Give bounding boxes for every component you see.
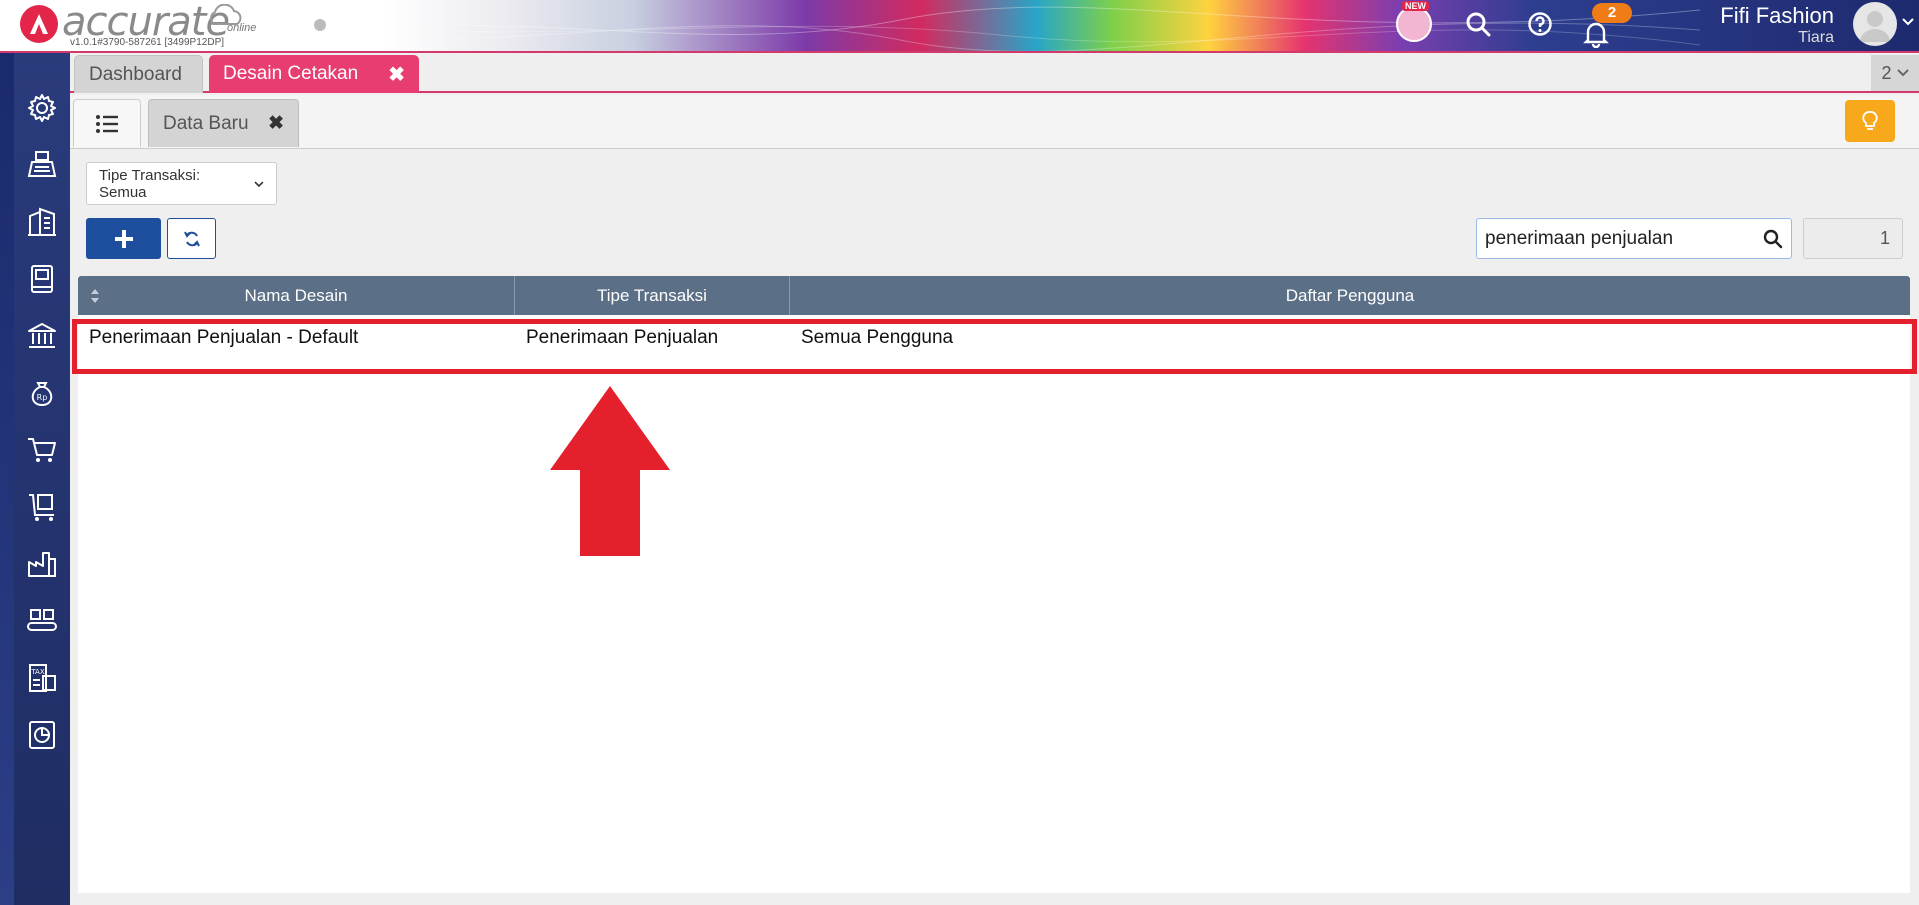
sidebar-item-bank[interactable] — [14, 310, 70, 362]
close-icon[interactable]: ✖ — [268, 112, 284, 135]
shopping-cart-icon — [28, 438, 56, 462]
sidebar-item-tax[interactable]: TAX — [14, 652, 70, 704]
sidebar-item-sales-register[interactable] — [14, 139, 70, 191]
lightbulb-icon — [1862, 111, 1878, 130]
column-header-label: Tipe Transaksi — [597, 285, 707, 305]
table-row[interactable]: Penerimaan Penjualan - Default Penerimaa… — [78, 315, 1910, 360]
cash-register-icon — [27, 151, 57, 177]
column-header-label: Daftar Pengguna — [1285, 285, 1415, 305]
new-badge: NEW — [1402, 1, 1429, 11]
sidebar-item-cash[interactable]: Rp — [14, 367, 70, 419]
tab-data-baru-label: Data Baru — [163, 112, 249, 134]
gear-icon — [28, 94, 56, 122]
sidebar-item-inventory[interactable] — [14, 481, 70, 533]
transaction-type-filter-label: Tipe Transaksi: Semua — [99, 166, 201, 201]
plus-icon — [114, 229, 133, 248]
page-number-field[interactable]: 1 — [1803, 218, 1903, 259]
help-icon[interactable] — [1524, 8, 1556, 40]
money-bag-icon: Rp — [31, 382, 53, 407]
column-header-nama-desain[interactable]: Nama Desain — [78, 276, 515, 315]
company-name: Fifi Fashion — [1720, 3, 1834, 28]
logo-online-label: online — [227, 22, 257, 34]
sidebar-item-purchase[interactable] — [14, 424, 70, 476]
search-icon[interactable] — [1763, 229, 1783, 249]
ledger-book-icon — [31, 265, 53, 293]
chevron-down-icon — [254, 180, 264, 187]
sidebar-item-assets[interactable] — [14, 595, 70, 647]
company-block[interactable]: Fifi Fashion Tiara — [1720, 3, 1834, 47]
sidebar-item-settings[interactable] — [14, 82, 70, 134]
refresh-button[interactable] — [167, 218, 216, 259]
table-cell-tipe-transaksi: Penerimaan Penjualan — [526, 326, 719, 348]
add-button[interactable] — [86, 218, 161, 259]
chevron-down-icon[interactable] — [1902, 14, 1914, 30]
report-chart-icon — [29, 721, 55, 749]
bank-icon — [28, 323, 56, 348]
tab-dashboard[interactable]: Dashboard — [74, 55, 203, 93]
column-header-label: Nama Desain — [244, 285, 348, 305]
sidebar-item-ledger[interactable] — [14, 253, 70, 305]
accurate-logo-mark-icon — [20, 5, 58, 43]
logo-wordmark: accurate — [62, 0, 230, 45]
status-dot — [314, 19, 326, 31]
mascot-avatar-icon[interactable] — [1396, 6, 1432, 42]
open-tabs-count: 2 — [1881, 62, 1892, 83]
warehouse-cart-icon — [29, 494, 54, 521]
sidebar-item-manufacturing[interactable] — [14, 538, 70, 590]
tips-button[interactable] — [1845, 100, 1895, 142]
sub-toolbar: Data Baru ✖ — [70, 95, 1919, 149]
search-input[interactable] — [1485, 227, 1753, 250]
sidebar-item-reports[interactable] — [14, 709, 70, 761]
tab-desain-cetakan-label: Desain Cetakan — [223, 63, 359, 84]
tab-desain-cetakan[interactable]: Desain Cetakan ✖ — [209, 55, 419, 93]
main-content: Dashboard Desain Cetakan ✖ 2 Data Baru ✖… — [70, 53, 1919, 905]
user-name: Tiara — [1798, 29, 1834, 46]
sidebar-item-company[interactable] — [14, 196, 70, 248]
open-tabs-dropdown[interactable]: 2 — [1871, 55, 1919, 91]
page-number-value: 1 — [1879, 228, 1890, 248]
sort-icon[interactable] — [90, 288, 100, 304]
sidebar: Rp TAX — [0, 53, 70, 905]
notification-count-badge: 2 — [1592, 3, 1632, 23]
list-view-button[interactable] — [73, 99, 141, 147]
list-icon — [96, 114, 118, 133]
tab-data-baru[interactable]: Data Baru ✖ — [148, 99, 299, 147]
factory-icon — [28, 552, 56, 577]
search-icon[interactable] — [1462, 8, 1494, 40]
column-header-tipe-transaksi[interactable]: Tipe Transaksi — [515, 276, 790, 315]
app-version: v1.0.1#3790-587261 [3499P12DP] — [70, 37, 225, 48]
column-header-daftar-pengguna[interactable]: Daftar Pengguna — [790, 276, 1910, 315]
conveyor-icon — [27, 609, 57, 631]
search-field — [1476, 218, 1792, 259]
table-header: Nama Desain Tipe Transaksi Daftar Penggu… — [78, 276, 1910, 315]
tab-dashboard-label: Dashboard — [89, 63, 182, 85]
tab-strip: Dashboard Desain Cetakan ✖ 2 — [70, 53, 1919, 93]
transaction-type-filter[interactable]: Tipe Transaksi: Semua — [86, 162, 277, 205]
building-icon — [28, 207, 56, 236]
svg-text:TAX: TAX — [30, 668, 45, 676]
top-header: accurate online v1.0.1#3790-587261 [3499… — [0, 0, 1919, 53]
close-icon[interactable]: ✖ — [388, 62, 405, 87]
design-table: Nama Desain Tipe Transaksi Daftar Penggu… — [78, 276, 1910, 893]
table-cell-nama-desain: Penerimaan Penjualan - Default — [89, 326, 359, 348]
refresh-icon — [183, 231, 200, 246]
arrow-up-annotation-icon — [550, 386, 670, 556]
table-cell-daftar-pengguna: Semua Pengguna — [801, 326, 954, 348]
svg-text:Rp: Rp — [37, 393, 48, 402]
chevron-down-icon — [1896, 69, 1909, 77]
tax-icon: TAX — [29, 664, 56, 692]
avatar[interactable] — [1853, 2, 1897, 46]
